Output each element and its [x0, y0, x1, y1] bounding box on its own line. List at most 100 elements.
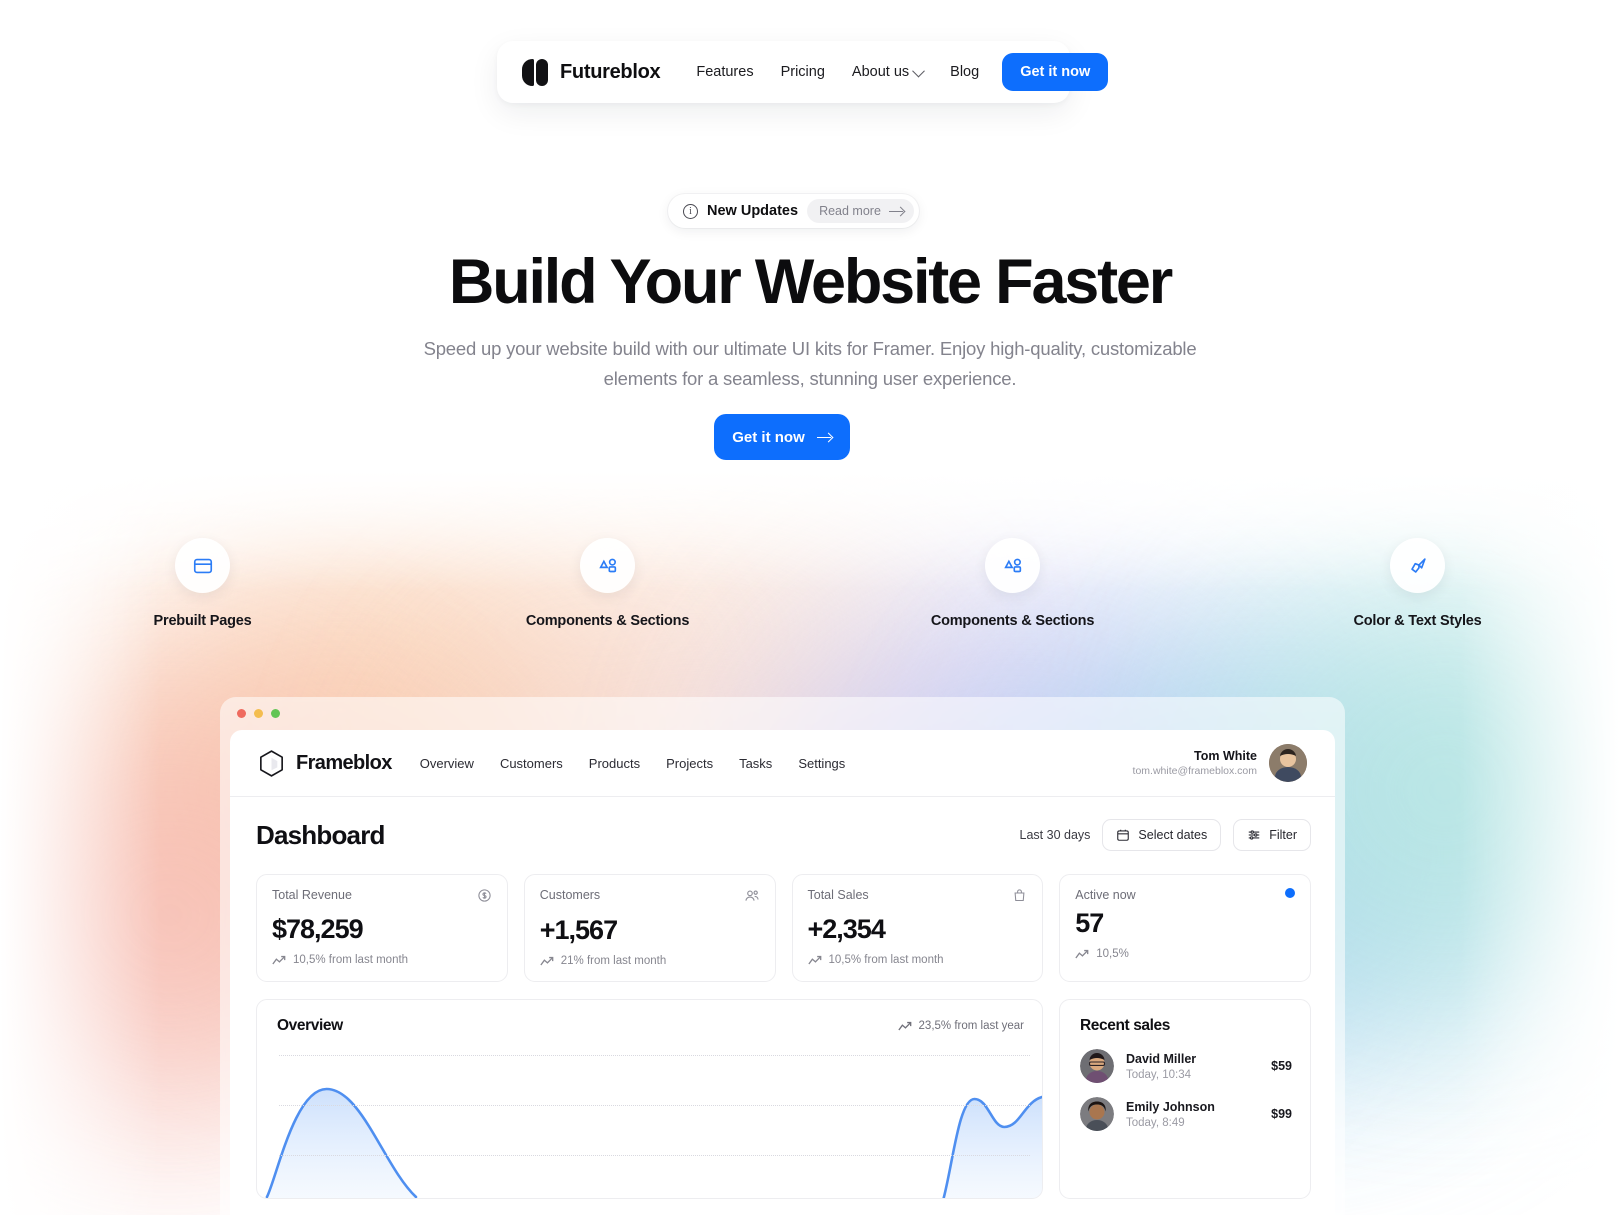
filter-sliders-icon: [1248, 830, 1260, 840]
nav-links: Features Pricing About us Blog: [696, 64, 979, 80]
stat-card-customers: Customers +1,567 21% from last month: [523, 874, 776, 982]
feature-components-sections-2[interactable]: Components & Sections: [810, 538, 1215, 629]
window-traffic-lights: [237, 709, 280, 718]
dash-nav-settings[interactable]: Settings: [798, 756, 845, 771]
stat-label: Total Sales: [807, 888, 869, 902]
stat-card-active-now: Active now 57 10,5%: [1059, 874, 1311, 982]
feature-icon-circle: [1390, 538, 1445, 593]
stat-delta: 10,5% from last month: [293, 954, 409, 966]
list-item[interactable]: David Miller Today, 10:34 $59: [1080, 1049, 1292, 1083]
hero-cta-label: Get it now: [732, 428, 805, 446]
nav-link-about-us[interactable]: About us: [851, 64, 926, 80]
sale-amount: $59: [1271, 1059, 1292, 1073]
feature-color-text-styles[interactable]: Color & Text Styles: [1215, 538, 1620, 629]
frameblox-brand[interactable]: Frameblox: [256, 748, 392, 779]
user-menu[interactable]: Tom White tom.white@frameblox.com: [1133, 744, 1307, 782]
stat-delta: 21% from last month: [560, 955, 667, 967]
frameblox-name: Frameblox: [296, 751, 392, 774]
stat-value: +2,354: [807, 914, 886, 944]
overview-area-chart: [265, 1087, 1042, 1198]
chevron-down-icon: [912, 64, 926, 77]
feature-label: Color & Text Styles: [1353, 613, 1482, 629]
stat-value: +1,567: [539, 915, 618, 945]
feature-label: Prebuilt Pages: [153, 613, 252, 629]
shapes-components-icon: [1003, 558, 1021, 572]
overview-meta: 23,5% from last year: [897, 1020, 1024, 1032]
recent-sales-panel: Recent sales David Miller Today, 10:34 $…: [1059, 999, 1311, 1199]
window-close-dot[interactable]: [237, 709, 246, 718]
navbar: Futureblox Features Pricing About us Blo…: [497, 41, 1109, 103]
avatar: [1080, 1097, 1114, 1131]
select-dates-label: Select dates: [1138, 828, 1208, 842]
stat-value: $78,259: [272, 914, 364, 944]
dash-nav-tasks[interactable]: Tasks: [739, 756, 772, 771]
badge-title: New Updates: [707, 203, 799, 219]
sale-customer-name: David Miller: [1126, 1051, 1197, 1066]
nav-link-pricing[interactable]: Pricing: [781, 64, 825, 80]
dashboard-header-row: Dashboard Last 30 days Select dates Filt…: [256, 819, 1311, 851]
arrow-right-icon: [888, 207, 904, 216]
user-email: tom.white@frameblox.com: [1132, 765, 1257, 777]
feature-components-sections-1[interactable]: Components & Sections: [405, 538, 810, 629]
active-dot-icon: [1285, 888, 1295, 898]
list-item[interactable]: Emily Johnson Today, 8:49 $99: [1080, 1097, 1292, 1131]
user-name: Tom White: [1194, 749, 1257, 763]
feature-icon-circle: [985, 538, 1040, 593]
filter-label: Filter: [1269, 828, 1297, 842]
nav-link-features[interactable]: Features: [696, 64, 753, 80]
stat-value: 57: [1075, 908, 1104, 938]
nav-link-blog[interactable]: Blog: [950, 64, 979, 80]
new-updates-badge[interactable]: New Updates Read more: [668, 194, 919, 228]
feature-prebuilt-pages[interactable]: Prebuilt Pages: [0, 538, 405, 629]
stat-delta: 10,5%: [1096, 948, 1129, 960]
trend-up-icon: [540, 956, 554, 965]
nav-link-label: Blog: [950, 64, 980, 80]
avatar: [1080, 1049, 1114, 1083]
window-minimize-dot[interactable]: [254, 709, 263, 718]
overview-panel: Overview 23,5% from last year: [256, 999, 1043, 1199]
sale-time: Today, 8:49: [1126, 1116, 1185, 1129]
overview-chart: [257, 1047, 1042, 1198]
landing-page: Futureblox Features Pricing About us Blo…: [0, 0, 1620, 1215]
nav-link-label: Features: [696, 64, 754, 80]
window-maximize-dot[interactable]: [271, 709, 280, 718]
dashboard-body: Frameblox Overview Customers Products Pr…: [230, 730, 1335, 1215]
dash-nav-projects[interactable]: Projects: [666, 756, 713, 771]
brand-logo[interactable]: Futureblox: [522, 58, 661, 86]
dash-nav-customers[interactable]: Customers: [500, 756, 563, 771]
filter-button[interactable]: Filter: [1233, 819, 1311, 851]
dash-nav-products[interactable]: Products: [589, 756, 640, 771]
sale-customer-name: Emily Johnson: [1126, 1099, 1215, 1114]
frameblox-logo-icon: [260, 749, 283, 777]
dash-nav-overview[interactable]: Overview: [420, 756, 474, 771]
dashboard-controls: Last 30 days Select dates Filter: [1020, 819, 1311, 851]
feature-label: Components & Sections: [525, 613, 690, 629]
date-range-label: Last 30 days: [1019, 828, 1091, 842]
users-icon: [744, 888, 760, 909]
sale-amount: $99: [1271, 1107, 1292, 1121]
dashboard-panels: Overview 23,5% from last year Recent sal…: [256, 999, 1311, 1199]
avatar[interactable]: [1269, 744, 1307, 782]
overview-title: Overview: [277, 1017, 343, 1034]
feature-label: Components & Sections: [930, 613, 1095, 629]
feature-highlights: Prebuilt Pages Components & Sections Com…: [0, 538, 1620, 629]
hero-subtitle: Speed up your website build with our ult…: [423, 338, 1197, 389]
calendar-icon: [1117, 829, 1130, 841]
dashboard-content: Dashboard Last 30 days Select dates Filt…: [230, 797, 1335, 1199]
navbar-get-it-now-button[interactable]: Get it now: [1002, 53, 1109, 91]
nav-link-label: About us: [851, 64, 910, 80]
arrow-right-icon: [816, 433, 832, 442]
dashboard-nav: Overview Customers Products Projects Tas…: [420, 756, 846, 771]
dashboard-window: Frameblox Overview Customers Products Pr…: [220, 697, 1345, 1215]
stat-delta: 10,5% from last month: [828, 954, 944, 966]
select-dates-button[interactable]: Select dates: [1102, 819, 1222, 851]
hero-get-it-now-button[interactable]: Get it now: [714, 414, 850, 460]
feature-icon-circle: [580, 538, 635, 593]
page-title: Build Your Website Faster: [448, 247, 1173, 317]
read-more-label: Read more: [819, 204, 881, 218]
feature-icon-circle: [175, 538, 230, 593]
stat-label: Customers: [539, 888, 601, 902]
paintbrush-icon: [1410, 557, 1426, 573]
read-more-button[interactable]: Read more: [807, 199, 914, 223]
stat-card-total-revenue: Total Revenue $78,259 10,5% from last mo…: [256, 874, 508, 982]
